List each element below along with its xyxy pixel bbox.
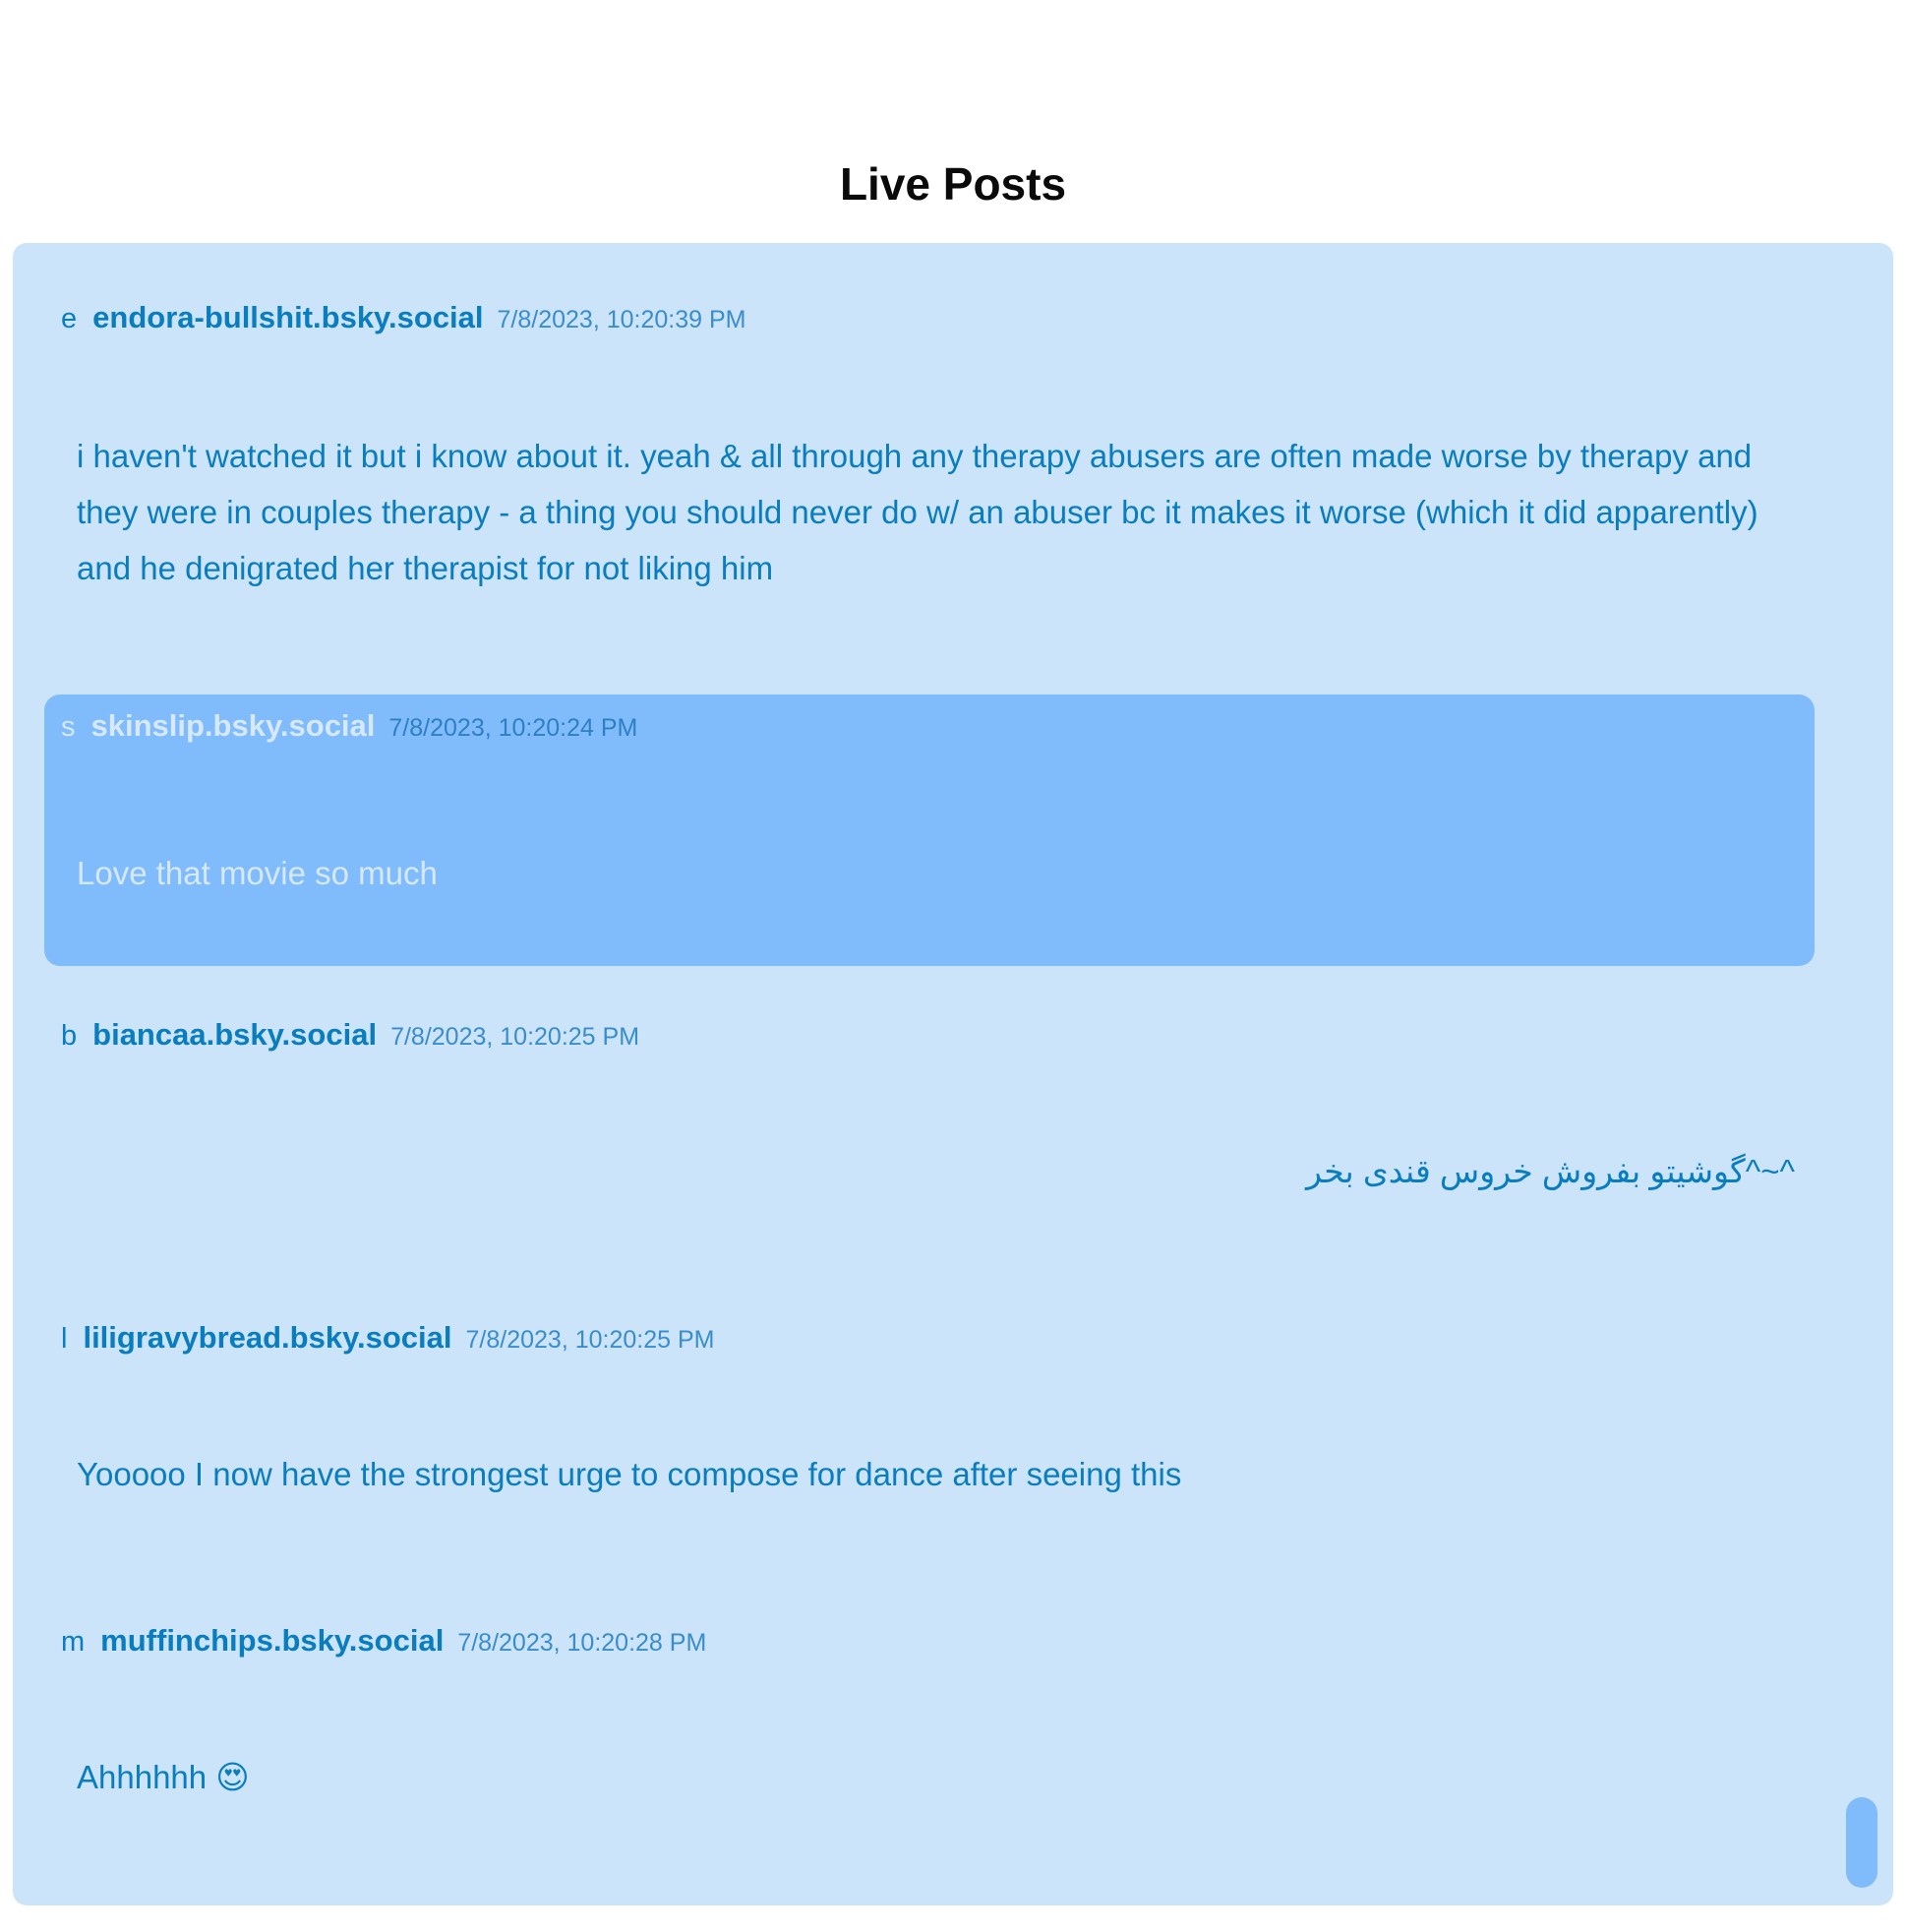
post-header: b biancaa.bsky.social 7/8/2023, 10:20:25… <box>44 1017 639 1053</box>
scrollbar-thumb[interactable] <box>1846 1797 1877 1888</box>
post-author[interactable]: biancaa.bsky.social <box>92 1017 377 1053</box>
post-item[interactable]: s skinslip.bsky.social 7/8/2023, 10:20:2… <box>44 694 1815 966</box>
post-item[interactable]: b biancaa.bsky.social 7/8/2023, 10:20:25… <box>44 1017 1815 1263</box>
avatar: e <box>61 303 78 334</box>
post-timestamp: 7/8/2023, 10:20:24 PM <box>388 714 638 742</box>
post-timestamp: 7/8/2023, 10:20:25 PM <box>390 1023 640 1051</box>
post-text: Yooooo I now have the strongest urge to … <box>77 1456 1182 1492</box>
post-author[interactable]: skinslip.bsky.social <box>91 708 376 744</box>
post-item[interactable]: l liligravybread.bsky.social 7/8/2023, 1… <box>44 1320 1815 1566</box>
avatar: s <box>61 711 76 743</box>
page: Live Posts e endora-bullshit.bsky.social… <box>0 0 1906 1932</box>
post-header: m muffinchips.bsky.social 7/8/2023, 10:2… <box>44 1623 706 1659</box>
post-timestamp: 7/8/2023, 10:20:28 PM <box>457 1629 707 1657</box>
post-header: s skinslip.bsky.social 7/8/2023, 10:20:2… <box>44 708 637 744</box>
post-text: Ahhhhhh 😍 <box>77 1759 250 1795</box>
post-text: ^~^گوشیتو بفروش خروس قندی بخر <box>1306 1153 1795 1189</box>
avatar: l <box>61 1323 68 1355</box>
post-author[interactable]: endora-bullshit.bsky.social <box>92 300 483 335</box>
post-timestamp: 7/8/2023, 10:20:39 PM <box>497 306 746 333</box>
post-item[interactable]: m muffinchips.bsky.social 7/8/2023, 10:2… <box>44 1623 1815 1869</box>
live-posts-feed[interactable]: e endora-bullshit.bsky.social 7/8/2023, … <box>13 243 1893 1905</box>
post-author[interactable]: liligravybread.bsky.social <box>83 1320 451 1356</box>
avatar: m <box>61 1626 86 1658</box>
post-header: e endora-bullshit.bsky.social 7/8/2023, … <box>44 300 745 335</box>
post-text: Love that movie so much <box>77 855 438 891</box>
post-header: l liligravybread.bsky.social 7/8/2023, 1… <box>44 1320 714 1356</box>
post-text: i haven't watched it but i know about it… <box>77 438 1758 586</box>
post-author[interactable]: muffinchips.bsky.social <box>100 1623 444 1659</box>
post-timestamp: 7/8/2023, 10:20:25 PM <box>465 1326 715 1354</box>
avatar: b <box>61 1020 78 1052</box>
post-item[interactable]: e endora-bullshit.bsky.social 7/8/2023, … <box>44 300 1815 674</box>
page-title: Live Posts <box>839 158 1067 210</box>
